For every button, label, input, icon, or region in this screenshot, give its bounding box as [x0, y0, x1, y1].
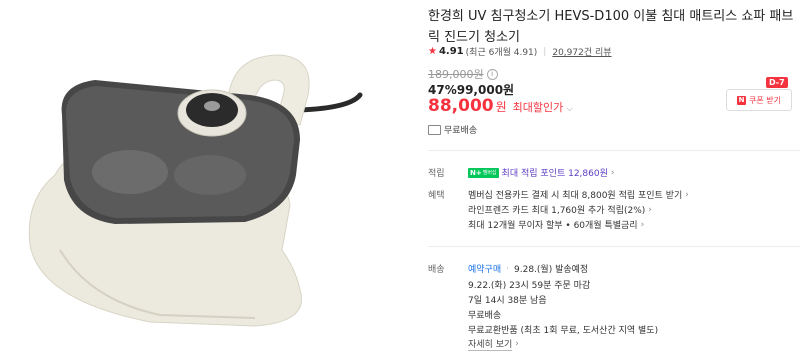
more-details-link[interactable]: 자세히 보기 ›: [468, 337, 519, 351]
benefit-line[interactable]: 라인프렌즈 카드 최대 1,760원 추가 적립(2%) ›: [468, 203, 652, 217]
benefit-line[interactable]: 최대 12개월 무이자 할부 • 60개월 특별금리 ›: [468, 218, 645, 232]
delivery-label: 배송: [428, 265, 445, 275]
chevron-right-icon: ›: [648, 204, 652, 215]
review-link[interactable]: 20,972건 리뷰: [552, 45, 611, 58]
npay-membership-badge: N+ 멤버십: [468, 167, 499, 178]
info-icon[interactable]: i: [486, 68, 498, 80]
bedding-vacuum-illustration: [28, 54, 363, 327]
max-discount-label: 최대할인가: [512, 101, 564, 114]
shipping-row: 무료배송: [428, 123, 477, 136]
original-price: 189,000원 i: [428, 66, 498, 82]
free-returns: 무료교환반품 (최초 1회 무료, 도서산간 지역 별도): [468, 326, 659, 336]
order-deadline: 9.22.(화) 23시 59분 주문 마감: [468, 281, 591, 291]
divider: [428, 246, 800, 247]
final-price-row[interactable]: 88,000 원 최대할인가 ⌵: [428, 96, 573, 116]
benefit-label: 혜택: [428, 191, 445, 201]
final-price: 88,000: [428, 96, 494, 116]
chevron-down-icon: ⌵: [566, 104, 574, 114]
free-shipping: 무료배송: [468, 311, 502, 321]
divider: |: [543, 46, 547, 57]
time-remaining: 7일 14시 38분 남음: [468, 296, 547, 306]
truck-icon: [428, 124, 441, 135]
coupon-button[interactable]: N 쿠폰 받기: [726, 89, 792, 111]
points-label: 적립: [428, 169, 445, 179]
reserve-badge: 예약구매: [468, 265, 502, 275]
product-image[interactable]: [0, 0, 408, 348]
product-title: 한경희 UV 침구청소기 HEVS-D100 이불 침대 매트리스 쇼파 패브릭…: [428, 9, 794, 45]
naver-icon: N: [737, 95, 746, 105]
rating-recent: (최근 6개월 4.91): [465, 48, 538, 58]
chevron-right-icon: ›: [685, 189, 689, 200]
coupon-dday-badge: D-7: [766, 77, 788, 88]
benefit-line[interactable]: 멤버십 전용카드 결제 시 최대 8,800원 적립 포인트 받기 ›: [468, 188, 689, 202]
points-row[interactable]: N+ 멤버십 최대 적립 포인트 12,860원 ›: [468, 166, 614, 179]
chevron-right-icon: ›: [610, 167, 615, 178]
delivery-schedule: 예약구매 · 9.28.(월) 발송예정: [468, 263, 589, 276]
rating-row: ★ 4.91 (최근 6개월 4.91) | 20,972건 리뷰: [428, 45, 612, 58]
chevron-right-icon: ›: [640, 219, 645, 230]
star-icon: ★: [428, 46, 437, 57]
divider: [428, 150, 800, 151]
product-info-panel: 한경희 UV 침구청소기 HEVS-D100 이불 침대 매트리스 쇼파 패브릭…: [428, 0, 800, 351]
rating-score: 4.91: [438, 46, 464, 57]
